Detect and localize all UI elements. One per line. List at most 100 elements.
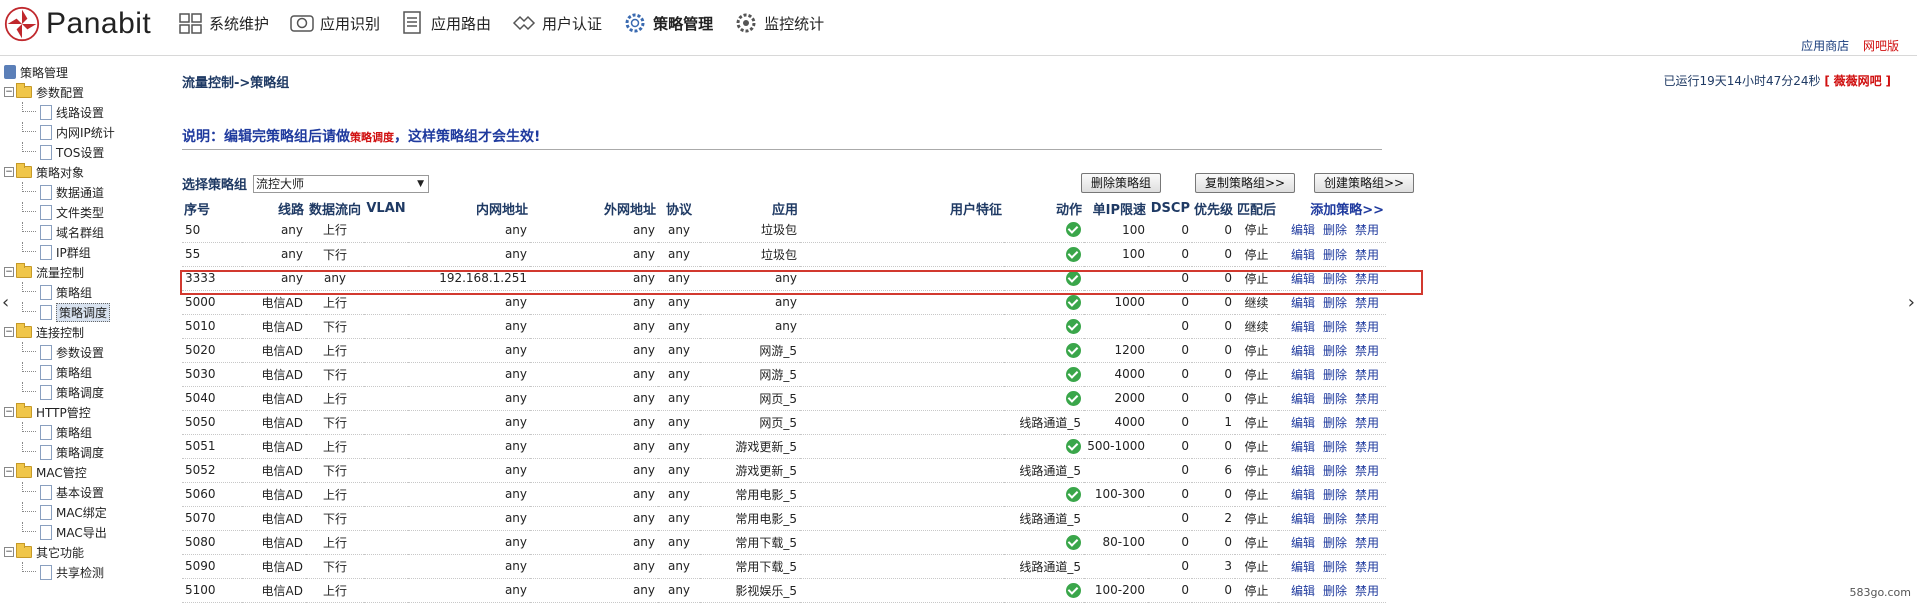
delete-link[interactable]: 删除 <box>1323 392 1347 406</box>
edit-link[interactable]: 编辑 <box>1291 512 1315 526</box>
edit-link[interactable]: 编辑 <box>1291 536 1315 550</box>
delete-group-button[interactable]: 删除策略组 <box>1081 173 1162 193</box>
edit-link[interactable]: 编辑 <box>1291 416 1315 430</box>
sidebar-item[interactable]: 策略组 <box>0 422 150 442</box>
nav-app-recognition[interactable]: 应用识别 <box>289 10 380 36</box>
edit-link[interactable]: 编辑 <box>1291 392 1315 406</box>
sidebar-group[interactable]: − 参数配置 <box>0 82 150 102</box>
sidebar-item[interactable]: 线路设置 <box>0 102 150 122</box>
sidebar-group[interactable]: − MAC管控 <box>0 462 150 482</box>
sidebar-group[interactable]: − 其它功能 <box>0 542 150 562</box>
delete-link[interactable]: 删除 <box>1323 536 1347 550</box>
edit-link[interactable]: 编辑 <box>1291 584 1315 598</box>
delete-link[interactable]: 删除 <box>1323 344 1347 358</box>
folder-icon <box>16 323 32 338</box>
delete-link[interactable]: 删除 <box>1323 248 1347 262</box>
copy-group-button[interactable]: 复制策略组>> <box>1195 173 1296 193</box>
disable-link[interactable]: 禁用 <box>1355 392 1379 406</box>
disable-link[interactable]: 禁用 <box>1355 512 1379 526</box>
nav-user-auth[interactable]: 用户认证 <box>511 10 602 36</box>
policy-group-select[interactable]: 流控大师 ▼ <box>253 174 430 193</box>
sidebar-item[interactable]: 基本设置 <box>0 482 150 502</box>
delete-link[interactable]: 删除 <box>1323 416 1347 430</box>
delete-link[interactable]: 删除 <box>1323 512 1347 526</box>
policy-root-icon <box>4 65 16 79</box>
edit-link[interactable]: 编辑 <box>1291 488 1315 502</box>
disable-link[interactable]: 禁用 <box>1355 296 1379 310</box>
sidebar-item[interactable]: 文件类型 <box>0 202 150 222</box>
delete-link[interactable]: 删除 <box>1323 464 1347 478</box>
collapse-toggle-icon[interactable]: − <box>4 267 14 277</box>
sidebar-item[interactable]: 策略调度 <box>0 302 150 322</box>
nav-system-maintenance[interactable]: 系统维护 <box>178 10 269 36</box>
edit-link[interactable]: 编辑 <box>1291 560 1315 574</box>
panabit-logo[interactable]: Panabit <box>4 6 151 42</box>
sidebar-root[interactable]: 策略管理 <box>0 62 150 82</box>
create-group-button[interactable]: 创建策略组>> <box>1314 173 1415 193</box>
delete-link[interactable]: 删除 <box>1323 272 1347 286</box>
edit-link[interactable]: 编辑 <box>1291 368 1315 382</box>
sidebar-group[interactable]: − 流量控制 <box>0 262 150 282</box>
disable-link[interactable]: 禁用 <box>1355 584 1379 598</box>
disable-link[interactable]: 禁用 <box>1355 440 1379 454</box>
collapse-toggle-icon[interactable]: − <box>4 467 14 477</box>
delete-link[interactable]: 删除 <box>1323 223 1347 237</box>
cell-after-match: 停止 <box>1235 530 1279 555</box>
collapse-toggle-icon[interactable]: − <box>4 407 14 417</box>
edit-link[interactable]: 编辑 <box>1291 296 1315 310</box>
nav-policy-management[interactable]: 策略管理 <box>622 10 713 36</box>
netbar-edition-link[interactable]: 网吧版 <box>1863 39 1899 53</box>
disable-link[interactable]: 禁用 <box>1355 272 1379 286</box>
collapse-toggle-icon[interactable]: − <box>4 547 14 557</box>
edit-link[interactable]: 编辑 <box>1291 344 1315 358</box>
disable-link[interactable]: 禁用 <box>1355 560 1379 574</box>
expand-right-arrow-icon[interactable]: › <box>1908 292 1915 313</box>
disable-link[interactable]: 禁用 <box>1355 248 1379 262</box>
delete-link[interactable]: 删除 <box>1323 296 1347 310</box>
sidebar-item[interactable]: 域名群组 <box>0 222 150 242</box>
sidebar-group[interactable]: − HTTP管控 <box>0 402 150 422</box>
edit-link[interactable]: 编辑 <box>1291 320 1315 334</box>
nav-app-routing[interactable]: 应用路由 <box>400 10 491 36</box>
disable-link[interactable]: 禁用 <box>1355 320 1379 334</box>
sidebar-item[interactable]: 策略组 <box>0 362 150 382</box>
sidebar-item[interactable]: 策略调度 <box>0 442 150 462</box>
disable-link[interactable]: 禁用 <box>1355 536 1379 550</box>
sidebar-item[interactable]: MAC导出 <box>0 522 150 542</box>
delete-link[interactable]: 删除 <box>1323 488 1347 502</box>
app-store-link[interactable]: 应用商店 <box>1801 39 1849 53</box>
edit-link[interactable]: 编辑 <box>1291 272 1315 286</box>
sidebar-group[interactable]: − 策略对象 <box>0 162 150 182</box>
sidebar-group[interactable]: − 连接控制 <box>0 322 150 342</box>
delete-link[interactable]: 删除 <box>1323 368 1347 382</box>
edit-link[interactable]: 编辑 <box>1291 248 1315 262</box>
sidebar-item[interactable]: 策略调度 <box>0 382 150 402</box>
disable-link[interactable]: 禁用 <box>1355 416 1379 430</box>
sidebar-item[interactable]: TOS设置 <box>0 142 150 162</box>
delete-link[interactable]: 删除 <box>1323 584 1347 598</box>
disable-link[interactable]: 禁用 <box>1355 368 1379 382</box>
add-policy-link[interactable]: 添加策略>> <box>1310 203 1384 218</box>
edit-link[interactable]: 编辑 <box>1291 223 1315 237</box>
disable-link[interactable]: 禁用 <box>1355 223 1379 237</box>
nav-monitor-stats[interactable]: 监控统计 <box>733 10 824 36</box>
sidebar-item[interactable]: 数据通道 <box>0 182 150 202</box>
disable-link[interactable]: 禁用 <box>1355 464 1379 478</box>
sidebar-item[interactable]: MAC绑定 <box>0 502 150 522</box>
sidebar-item[interactable]: 内网IP统计 <box>0 122 150 142</box>
delete-link[interactable]: 删除 <box>1323 320 1347 334</box>
delete-link[interactable]: 删除 <box>1323 440 1347 454</box>
collapse-toggle-icon[interactable]: − <box>4 327 14 337</box>
collapse-toggle-icon[interactable]: − <box>4 87 14 97</box>
sidebar-item[interactable]: 策略组 <box>0 282 150 302</box>
disable-link[interactable]: 禁用 <box>1355 488 1379 502</box>
edit-link[interactable]: 编辑 <box>1291 440 1315 454</box>
sidebar-item[interactable]: 参数设置 <box>0 342 150 362</box>
edit-link[interactable]: 编辑 <box>1291 464 1315 478</box>
sidebar-item[interactable]: 共享检测 <box>0 562 150 582</box>
collapse-left-arrow-icon[interactable]: ‹ <box>2 292 9 313</box>
sidebar-item[interactable]: IP群组 <box>0 242 150 262</box>
collapse-toggle-icon[interactable]: − <box>4 167 14 177</box>
disable-link[interactable]: 禁用 <box>1355 344 1379 358</box>
delete-link[interactable]: 删除 <box>1323 560 1347 574</box>
